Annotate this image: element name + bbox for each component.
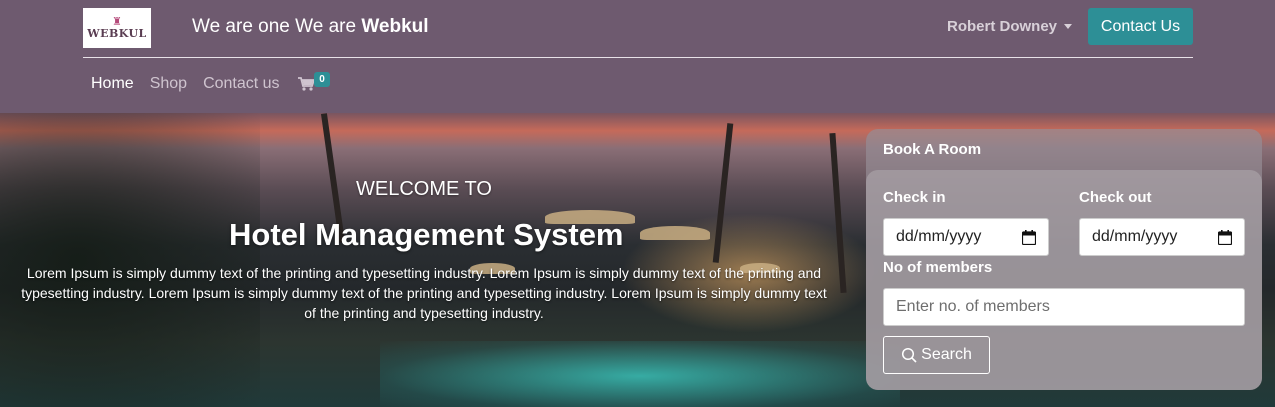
tagline-prefix: We are one We are (192, 16, 362, 37)
check-in-date-field[interactable]: dd/mm/yyyy (883, 218, 1049, 256)
user-name: Robert Downey (947, 18, 1058, 35)
members-placeholder: Enter no. of members (896, 298, 1050, 315)
header-divider (83, 57, 1193, 58)
hero-welcome-text: WELCOME TO (356, 178, 492, 200)
calendar-icon[interactable] (1218, 230, 1232, 245)
check-out-value: dd/mm/yyyy (1092, 228, 1178, 245)
book-room-card: Book A Room Check in Check out dd/mm/yyy… (866, 129, 1262, 390)
webkul-logo[interactable]: ♜ WEBKUL (83, 8, 151, 48)
main-nav: Home Shop Contact us (91, 75, 318, 93)
hero-image-umbrella (640, 226, 710, 240)
hero-image-pool (380, 341, 900, 407)
tagline-brand: Webkul (361, 16, 429, 37)
hero-image-trees (0, 113, 260, 407)
chevron-down-icon (1064, 24, 1073, 29)
nav-item-shop[interactable]: Shop (150, 75, 187, 93)
hero-description: Lorem Ipsum is simply dummy text of the … (21, 265, 827, 321)
search-button-label: Search (921, 346, 972, 363)
logo-text: WEBKUL (87, 27, 147, 40)
site-tagline: We are one We are Webkul (192, 16, 429, 38)
check-out-label: Check out (1079, 189, 1152, 206)
contact-us-button[interactable]: Contact Us (1088, 8, 1193, 45)
hero-title: Hotel Management System (229, 217, 624, 252)
search-icon (902, 347, 917, 363)
site-header: ♜ WEBKUL We are one We are Webkul Robert… (0, 0, 1275, 113)
book-room-title: Book A Room (883, 141, 982, 158)
user-menu[interactable]: Robert Downey (947, 18, 1073, 35)
calendar-icon[interactable] (1022, 230, 1036, 245)
book-room-form: Check in Check out dd/mm/yyyy dd/mm/yyyy… (866, 170, 1262, 390)
check-in-value: dd/mm/yyyy (896, 228, 982, 245)
nav-item-contact-us[interactable]: Contact us (203, 75, 279, 93)
nav-item-home[interactable]: Home (91, 75, 134, 93)
check-in-label: Check in (883, 189, 946, 206)
search-button[interactable]: Search (883, 336, 990, 374)
check-out-date-field[interactable]: dd/mm/yyyy (1079, 218, 1245, 256)
members-label: No of members (883, 259, 993, 276)
members-input[interactable]: Enter no. of members (883, 288, 1245, 326)
cart-count-badge: 0 (314, 72, 330, 87)
